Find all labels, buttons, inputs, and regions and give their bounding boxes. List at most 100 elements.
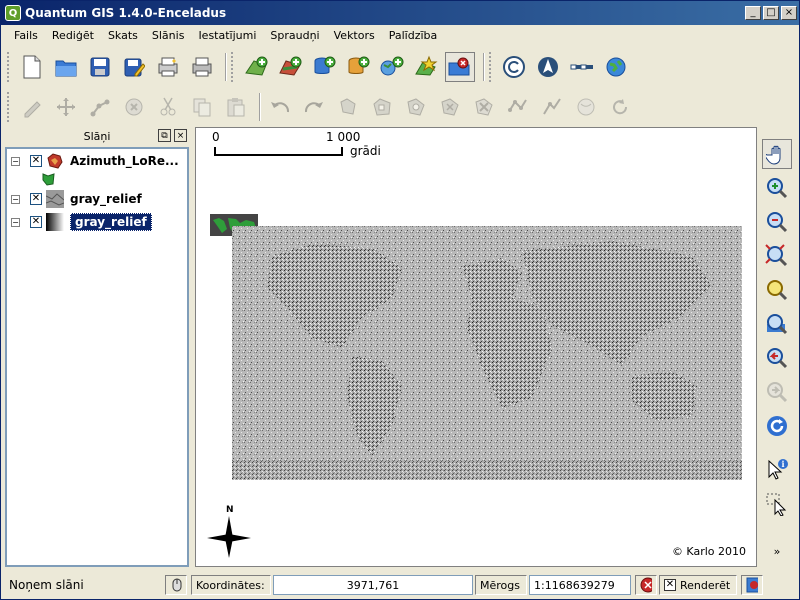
zoom-in-icon xyxy=(767,178,788,199)
remove-layer-button[interactable] xyxy=(445,52,475,82)
scale-field[interactable]: 1:1168639279 xyxy=(529,575,631,595)
redo-button[interactable] xyxy=(299,92,329,122)
expand-toggle[interactable]: − xyxy=(11,217,20,227)
save-as-button[interactable] xyxy=(119,52,149,82)
stop-rendering-button[interactable] xyxy=(635,575,657,595)
raster-layer-icon xyxy=(46,190,64,208)
node-tool-icon xyxy=(125,98,143,116)
delete-part-button[interactable] xyxy=(469,92,499,122)
vector-layer-icon xyxy=(47,153,63,169)
zoom-out-button[interactable] xyxy=(762,207,792,237)
toggle-editing-button[interactable] xyxy=(17,92,47,122)
collapse-toggle[interactable]: − xyxy=(11,156,20,166)
reshape-features-button[interactable] xyxy=(503,92,533,122)
zoom-last-icon xyxy=(767,348,788,369)
add-ring-button[interactable] xyxy=(367,92,397,122)
delete-ring-icon xyxy=(441,98,459,116)
vector-symbol-icon xyxy=(42,173,55,186)
simplify-feature-button[interactable] xyxy=(333,92,363,122)
pan-button[interactable] xyxy=(762,139,792,169)
zoom-to-selection-button[interactable] xyxy=(762,275,792,305)
open-project-button[interactable] xyxy=(51,52,81,82)
node-tool-button[interactable] xyxy=(119,92,149,122)
refresh-button[interactable] xyxy=(762,411,792,441)
menu-iestatijumi[interactable]: Iestatījumi xyxy=(191,29,263,42)
delete-ring-button[interactable] xyxy=(435,92,465,122)
main-toolbar xyxy=(1,47,799,87)
add-wms-layer-button[interactable] xyxy=(377,52,407,82)
move-feature-button[interactable] xyxy=(85,92,115,122)
menu-skats[interactable]: Skats xyxy=(101,29,145,42)
save-project-icon xyxy=(90,57,110,77)
zoom-in-button[interactable] xyxy=(762,173,792,203)
render-checkbox[interactable]: ✕ xyxy=(664,579,676,591)
scale-bar-unit: grādi xyxy=(350,144,381,158)
collapse-toggle[interactable]: − xyxy=(11,194,20,204)
menu-redigeet[interactable]: Rediģēt xyxy=(45,29,101,42)
coordinates-field[interactable]: 3971,761 xyxy=(273,575,473,595)
close-panel-button[interactable]: × xyxy=(174,129,187,142)
layer-visibility-checkbox[interactable]: ✕ xyxy=(30,155,42,167)
merge-features-icon xyxy=(577,98,595,116)
scale-bar-button[interactable] xyxy=(567,52,597,82)
split-features-button[interactable] xyxy=(537,92,567,122)
identify-button[interactable]: i xyxy=(762,455,792,485)
zoom-last-button[interactable] xyxy=(762,343,792,373)
new-print-composer-button[interactable] xyxy=(153,52,183,82)
new-shapefile-button[interactable] xyxy=(411,52,441,82)
copy-features-button[interactable] xyxy=(187,92,217,122)
menu-slanis[interactable]: Slānis xyxy=(145,29,192,42)
projection-button[interactable] xyxy=(741,575,763,595)
select-features-button[interactable] xyxy=(762,489,792,519)
globe-button[interactable] xyxy=(601,52,631,82)
add-vector-layer-button[interactable] xyxy=(241,52,271,82)
copyright-label-button[interactable] xyxy=(499,52,529,82)
add-spatialite-layer-button[interactable] xyxy=(343,52,373,82)
new-shapefile-icon xyxy=(415,55,438,76)
toolbar-grip[interactable] xyxy=(7,52,11,82)
minimize-button[interactable]: _ xyxy=(745,6,761,20)
zoom-full-button[interactable] xyxy=(762,241,792,271)
map-canvas[interactable]: 0 1 000 grādi N © Karlo 2010 xyxy=(195,127,757,567)
print-button[interactable] xyxy=(187,52,217,82)
north-arrow-button[interactable] xyxy=(533,52,563,82)
coordinate-toggle-button[interactable] xyxy=(165,575,187,595)
gray-relief-raster xyxy=(232,226,742,480)
menu-palidziba[interactable]: Palīdzība xyxy=(382,29,445,42)
paste-features-button[interactable] xyxy=(221,92,251,122)
mouse-icon xyxy=(172,578,182,592)
rotate-point-symbols-icon xyxy=(613,99,628,115)
layer-row-selected[interactable]: − ✕ gray_relief xyxy=(7,212,187,232)
zoom-to-layer-button[interactable] xyxy=(762,309,792,339)
undo-icon xyxy=(271,102,290,113)
add-postgis-layer-button[interactable] xyxy=(309,52,339,82)
float-panel-button[interactable]: ⧉ xyxy=(158,129,171,142)
pan-icon xyxy=(766,145,781,165)
merge-features-button[interactable] xyxy=(571,92,601,122)
menu-spraudni[interactable]: Spraudņi xyxy=(263,29,326,42)
north-label: N xyxy=(226,505,234,515)
layer-row[interactable]: − ✕ gray_relief xyxy=(7,189,187,209)
layer-row[interactable]: − ✕ Azimuth_LoRe... xyxy=(7,151,187,171)
menu-fails[interactable]: Fails xyxy=(7,29,45,42)
layer-visibility-checkbox[interactable]: ✕ xyxy=(30,216,42,228)
layer-visibility-checkbox[interactable]: ✕ xyxy=(30,193,42,205)
close-button[interactable]: × xyxy=(781,6,797,20)
svg-text:i: i xyxy=(782,459,785,469)
add-island-button[interactable] xyxy=(401,92,431,122)
toolbar-overflow-button[interactable]: » xyxy=(762,543,792,559)
toolbar-grip[interactable] xyxy=(489,52,493,82)
toolbar-grip[interactable] xyxy=(231,52,235,82)
capture-point-button[interactable] xyxy=(51,92,81,122)
rotate-point-symbols-button[interactable] xyxy=(605,92,635,122)
render-toggle[interactable]: ✕ Renderēt xyxy=(659,575,737,595)
undo-button[interactable] xyxy=(265,92,295,122)
new-project-button[interactable] xyxy=(17,52,47,82)
menu-vektors[interactable]: Vektors xyxy=(327,29,382,42)
zoom-next-button[interactable] xyxy=(762,377,792,407)
maximize-button[interactable]: □ xyxy=(763,6,779,20)
save-project-button[interactable] xyxy=(85,52,115,82)
toolbar-grip[interactable] xyxy=(7,92,11,122)
delete-selected-button[interactable] xyxy=(153,92,183,122)
add-raster-layer-button[interactable] xyxy=(275,52,305,82)
